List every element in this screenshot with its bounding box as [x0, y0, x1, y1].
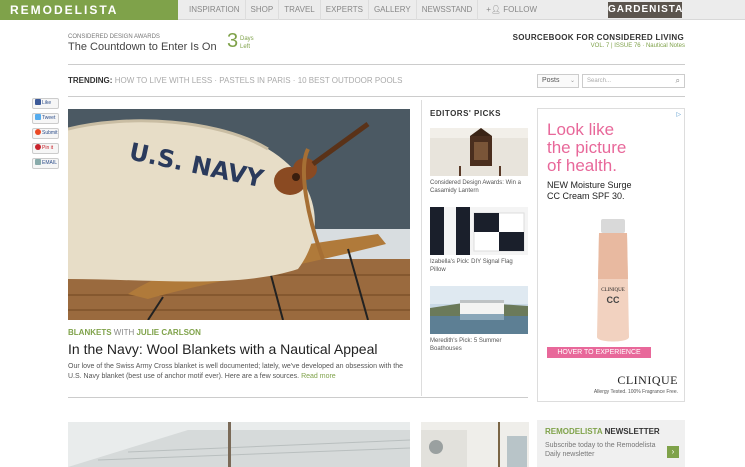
ad-headline-line: of health. — [547, 156, 617, 175]
twitter-icon — [35, 114, 41, 120]
search-filter-select[interactable]: Posts ⌄ — [537, 74, 579, 88]
pinterest-button[interactable]: Pin it — [32, 143, 59, 154]
author-link[interactable]: JULIE CARLSON — [136, 328, 200, 337]
pinterest-icon — [35, 144, 41, 150]
share-label: Pin it — [42, 145, 54, 151]
issue-theme[interactable]: Nautical Notes — [646, 43, 685, 49]
article-image[interactable] — [68, 422, 410, 467]
editors-pick-caption[interactable]: Meredith's Pick: 5 Summer Boathouses — [430, 337, 530, 353]
countdown-days-label: Days Left — [240, 36, 254, 50]
adchoices-icon[interactable]: ▷ — [676, 111, 681, 118]
editors-pick-caption[interactable]: Considered Design Awards: Win a Casamidy… — [430, 179, 530, 195]
facebook-icon — [35, 99, 41, 105]
navy-blanket-chair-photo: U.S. NAVY — [68, 109, 410, 320]
category-link[interactable]: BLANKETS — [68, 328, 112, 337]
volume-label: VOL. 7 — [590, 43, 610, 49]
countdown-title[interactable]: The Countdown to Enter Is On — [68, 41, 217, 53]
nav-newsstand[interactable]: NEWSSTAND — [417, 0, 479, 20]
sourcebook-title: SOURCEBOOK FOR CONSIDERED LIVING — [512, 33, 684, 42]
editors-pick-caption[interactable]: Izabella's Pick: DIY Signal Flag Pillow — [430, 258, 530, 274]
newsletter-title: REMODELISTA NEWSLETTER — [545, 427, 660, 436]
ad-brand-logo: CLINIQUE — [617, 373, 678, 387]
newsletter-body: Subscribe today to the Remodelista Daily… — [545, 442, 656, 458]
trending-label: TRENDING: — [68, 76, 113, 85]
nav-gallery[interactable]: GALLERY — [369, 0, 417, 20]
search-icon[interactable]: ⌕ — [676, 76, 680, 86]
search-filter-value: Posts — [542, 77, 560, 84]
lantern-photo — [430, 128, 528, 176]
clinique-advertisement[interactable]: ▷ Look like the picture of health. NEW M… — [537, 108, 685, 402]
nav-travel[interactable]: TRAVEL — [279, 0, 321, 20]
newsletter-signup: REMODELISTA NEWSLETTER Subscribe today t… — [537, 420, 685, 467]
tweet-button[interactable]: Tweet — [32, 113, 59, 124]
feature-image[interactable]: U.S. NAVY — [68, 109, 410, 320]
feature-meta: BLANKETS WITH JULIE CARLSON — [68, 328, 201, 337]
main-nav: INSPIRATION SHOP TRAVEL EXPERTS GALLERY … — [184, 0, 542, 20]
with-word: WITH — [113, 328, 135, 337]
trending-item[interactable]: PASTELS IN PARIS — [219, 76, 290, 85]
follow-link[interactable]: +👤︎ FOLLOW — [478, 0, 542, 20]
feature-headline[interactable]: In the Navy: Wool Blankets with a Nautic… — [68, 341, 377, 357]
divider — [68, 64, 685, 65]
boathouse-photo — [430, 286, 528, 334]
share-label: Tweet — [42, 115, 56, 121]
interior-photo — [421, 422, 529, 467]
countdown-kicker: Considered Design Awards — [68, 34, 160, 40]
excerpt-text: Our love of the Swiss Army Cross blanket… — [68, 363, 404, 380]
nav-experts[interactable]: EXPERTS — [321, 0, 369, 20]
hover-to-experience-button[interactable]: HOVER TO EXPERIENCE — [547, 347, 651, 358]
email-button[interactable]: EMAIL — [32, 158, 59, 169]
ad-tagline: Allergy Tested. 100% Fragrance Free. — [593, 389, 678, 395]
tube-brand: CLINIQUE — [601, 288, 625, 293]
ad-product-line: CC Cream SPF 30. — [547, 191, 625, 201]
remodelista-logo[interactable]: REMODELISTA — [0, 0, 178, 20]
editors-pick-image-lantern[interactable] — [430, 128, 528, 176]
facebook-like-button[interactable]: Like — [32, 98, 59, 109]
ad-headline-line: the picture — [547, 138, 627, 157]
follow-plus-icon: +👤︎ — [486, 5, 502, 14]
editors-pick-image-pillow[interactable] — [430, 207, 528, 255]
search-placeholder: Search... — [587, 78, 612, 84]
signal-flag-pillow-photo — [430, 207, 528, 255]
share-label: Submit — [42, 130, 58, 136]
sourcebook-issue: VOL. 7 | ISSUE 76 · Nautical Notes — [590, 43, 685, 49]
share-label: Like — [42, 100, 52, 106]
white-interior-photo — [68, 422, 410, 467]
column-divider — [421, 100, 422, 396]
read-more-link[interactable]: Read more — [301, 373, 336, 380]
trending-bar: TRENDING: HOW TO LIVE WITH LESS · PASTEL… — [68, 76, 403, 85]
stumbleupon-button[interactable]: Submit — [32, 128, 59, 139]
trending-item[interactable]: HOW TO LIVE WITH LESS — [115, 76, 213, 85]
newsletter-label: NEWSLETTER — [604, 427, 660, 436]
stumbleupon-icon — [35, 129, 41, 135]
arrow-right-icon[interactable]: › — [667, 446, 679, 458]
editors-pick-image-boathouse[interactable] — [430, 286, 528, 334]
nav-shop[interactable]: SHOP — [246, 0, 280, 20]
issue-label: ISSUE 76 — [614, 43, 641, 49]
envelope-icon — [35, 159, 41, 165]
top-navigation-bar: REMODELISTA INSPIRATION SHOP TRAVEL EXPE… — [0, 0, 745, 20]
gardenista-logo[interactable]: GARDENISTA — [608, 2, 682, 18]
countdown-number: 3 — [227, 30, 239, 52]
divider — [68, 96, 685, 97]
editors-pick-image[interactable] — [421, 422, 529, 467]
divider — [68, 397, 528, 398]
chevron-down-icon: ⌄ — [569, 78, 575, 84]
nav-inspiration[interactable]: INSPIRATION — [184, 0, 246, 20]
ad-product-line: NEW Moisture Surge — [547, 180, 632, 190]
cc-cream-tube-image: CLINIQUE CC — [597, 219, 629, 342]
tube-cc: CC — [607, 295, 620, 305]
search-input[interactable]: Search... ⌕ — [582, 74, 685, 88]
feature-excerpt: Our love of the Swiss Army Cross blanket… — [68, 362, 411, 382]
newsletter-brand: REMODELISTA — [545, 427, 603, 436]
editors-picks-title: EDITORS' PICKS — [430, 109, 501, 118]
ad-headline-line: Look like — [547, 120, 615, 139]
share-label: EMAIL — [42, 160, 58, 166]
trending-item[interactable]: 10 BEST OUTDOOR POOLS — [298, 76, 403, 85]
